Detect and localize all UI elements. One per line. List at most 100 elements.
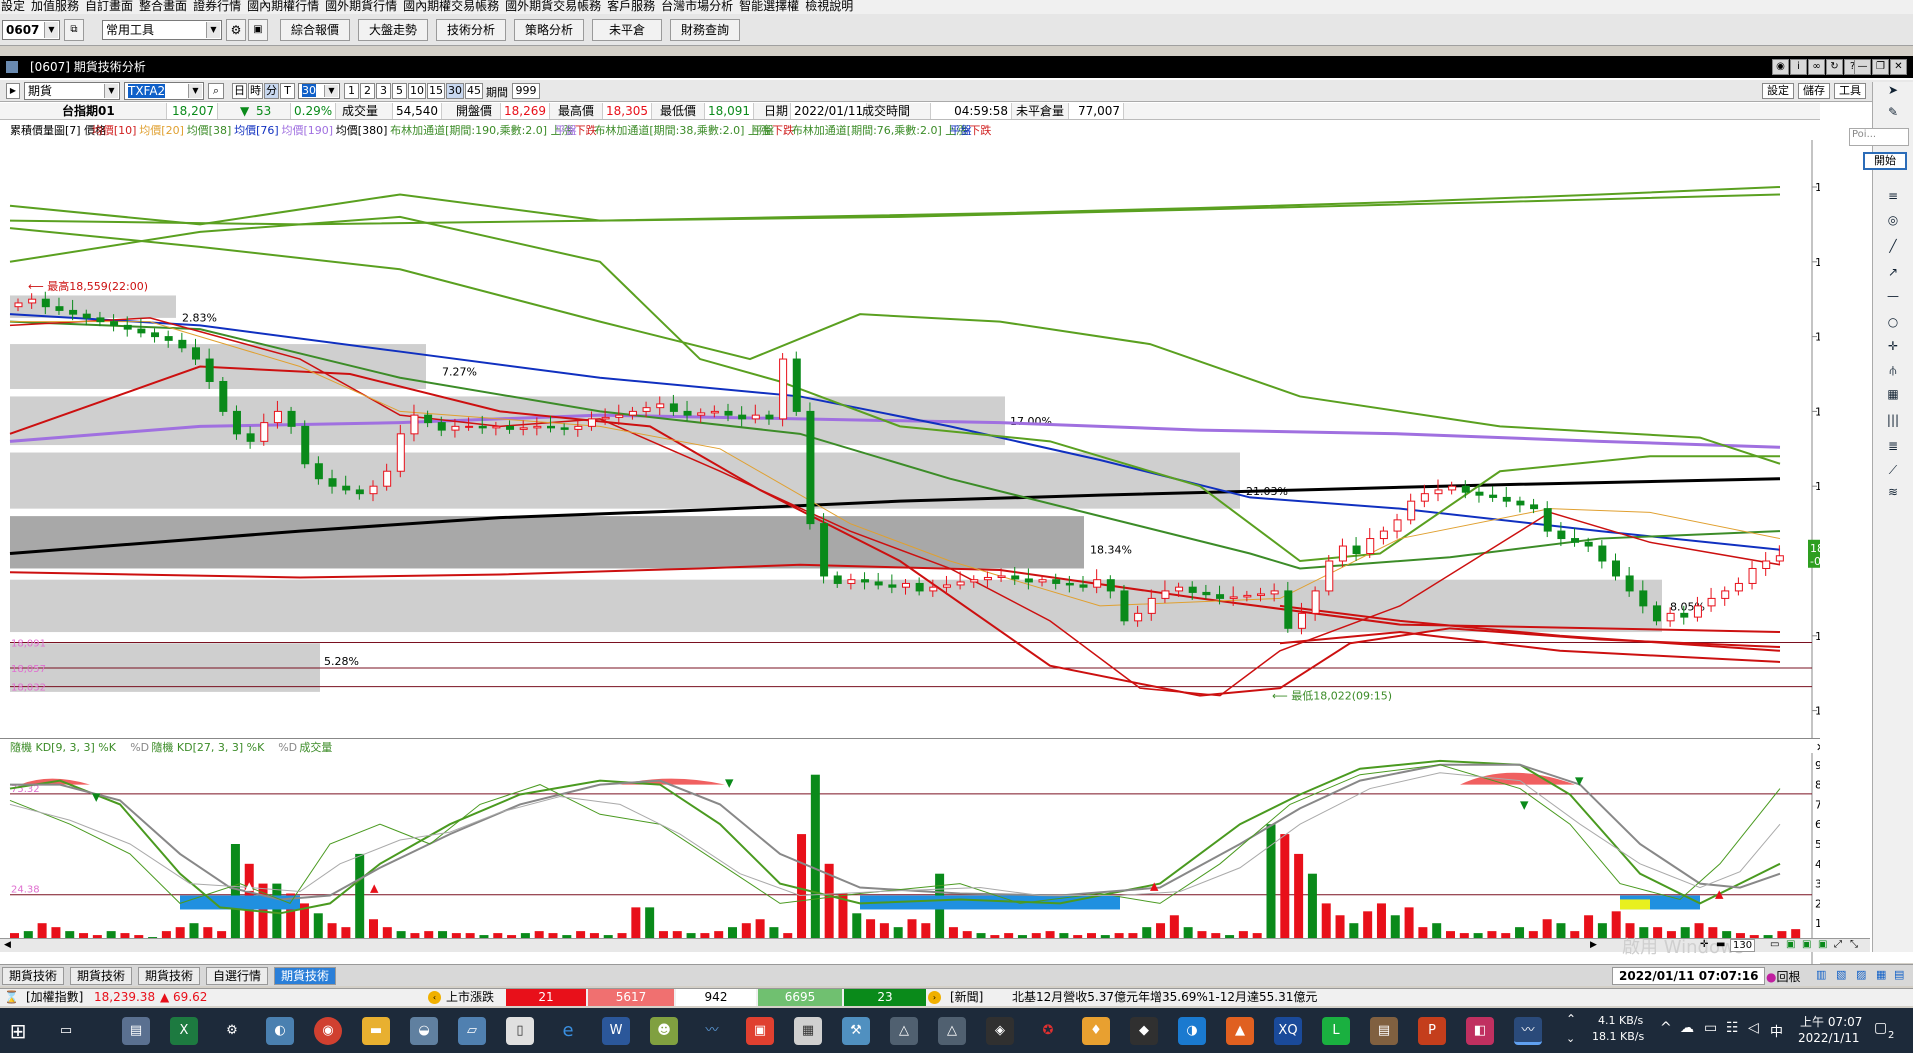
- app-icon[interactable]: ◑: [1178, 1017, 1206, 1045]
- interval-tick[interactable]: T: [280, 83, 295, 99]
- minimize-icon[interactable]: —: [1854, 59, 1871, 75]
- menu-item-12[interactable]: 檢視說明: [805, 0, 853, 13]
- tab-watchlist[interactable]: 自選行情: [206, 967, 269, 985]
- print-icon[interactable]: ▣: [1802, 939, 1811, 950]
- nav-icon[interactable]: ‹: [428, 991, 441, 1004]
- fork-icon[interactable]: ⫛: [1885, 362, 1901, 378]
- ray-icon[interactable]: ↗: [1885, 264, 1901, 280]
- windows-start-icon[interactable]: ⊞: [4, 1017, 32, 1045]
- app-icon[interactable]: ▤: [122, 1017, 150, 1045]
- code-input[interactable]: 0607 ▼: [2, 20, 60, 40]
- menu-item-1[interactable]: 加值服務: [31, 0, 79, 13]
- app-icon[interactable]: ◒: [410, 1017, 438, 1045]
- scroll-right-icon[interactable]: ▶: [1590, 940, 1597, 950]
- app-icon[interactable]: ◈: [986, 1017, 1014, 1045]
- notification-icon[interactable]: ▢: [1874, 1020, 1887, 1036]
- trading-app-icon[interactable]: 〰: [1514, 1017, 1542, 1045]
- count-input[interactable]: 999: [512, 83, 540, 99]
- export-icon[interactable]: ▣: [1786, 939, 1795, 950]
- app-icon[interactable]: ▤: [1370, 1017, 1398, 1045]
- menu-item-3[interactable]: 整合畫面: [139, 0, 187, 13]
- window-icon[interactable]: ▣: [248, 19, 268, 41]
- word-icon[interactable]: W: [602, 1017, 630, 1045]
- task-view-icon[interactable]: ▭: [52, 1017, 80, 1045]
- time-scrollbar[interactable]: ◀ ▶ 啟用 Windows ✛ ▬ 130 ▭ ▣ ▣ ▣ ⤢ ⤡: [0, 937, 1870, 958]
- toolbar-button-tech[interactable]: 技術分析: [436, 19, 506, 41]
- period-2[interactable]: 2: [360, 83, 375, 99]
- chevron-down-icon[interactable]: ▼: [324, 85, 338, 97]
- menu-item-5[interactable]: 國內期權行情: [247, 0, 319, 13]
- powerpoint-icon[interactable]: P: [1418, 1017, 1446, 1045]
- app-icon[interactable]: ⚒: [842, 1017, 870, 1045]
- menu-item-9[interactable]: 客戶服務: [607, 0, 655, 13]
- layout-icon[interactable]: ▣: [1818, 939, 1827, 950]
- play-icon[interactable]: ▶: [6, 83, 20, 99]
- excel-icon[interactable]: X: [170, 1017, 198, 1045]
- symbol-select[interactable]: TXFA2 ▼: [124, 82, 204, 100]
- eye-icon[interactable]: ◎: [1885, 212, 1901, 228]
- chevron-down-icon[interactable]: ▼: [206, 22, 220, 38]
- news-text[interactable]: 北基12月營收5.37億元年增35.69%1-12月達55.31億元: [1012, 989, 1317, 1006]
- interval-hour[interactable]: 時: [248, 83, 263, 99]
- layout-5-icon[interactable]: ▤: [1894, 968, 1904, 981]
- menu-item-6[interactable]: 國外期貨行情: [325, 0, 397, 13]
- cursor-icon[interactable]: ➤: [1885, 82, 1901, 98]
- trend-icon[interactable]: ⟋: [1885, 462, 1901, 478]
- file-icon[interactable]: ▯: [506, 1017, 534, 1045]
- search-icon[interactable]: ⌕: [208, 83, 224, 99]
- pin-icon[interactable]: ◉: [1772, 59, 1789, 75]
- chevron-down-icon[interactable]: ▼: [104, 84, 118, 98]
- start-button[interactable]: 開始: [1863, 152, 1907, 170]
- period-1[interactable]: 1: [344, 83, 359, 99]
- toolbar-button-strategy[interactable]: 策略分析: [514, 19, 584, 41]
- nav-icon[interactable]: ›: [928, 991, 941, 1004]
- app-icon[interactable]: ◧: [1466, 1017, 1494, 1045]
- zoom-in-icon[interactable]: ✛: [1700, 939, 1708, 950]
- chevron-down-icon[interactable]: ⌄: [1566, 1032, 1575, 1045]
- poi-input[interactable]: Poi...: [1849, 128, 1909, 146]
- market-select[interactable]: 期貨 ▼: [24, 82, 120, 100]
- layout-1-icon[interactable]: ▥: [1816, 968, 1826, 981]
- weather-icon[interactable]: ☁: [1680, 1020, 1694, 1036]
- copy-icon[interactable]: ⧉: [64, 19, 84, 41]
- toolset-select[interactable]: 常用工具 ▼: [102, 20, 222, 40]
- paint-icon[interactable]: ✎: [1885, 104, 1901, 120]
- layout-3-icon[interactable]: ▨: [1856, 968, 1866, 981]
- maximize-chart-icon[interactable]: ⤢: [1834, 939, 1842, 950]
- ie-icon[interactable]: e: [554, 1017, 582, 1045]
- toolbar-button-market[interactable]: 大盤走勢: [358, 19, 428, 41]
- tab-futures-tech-2[interactable]: 期貨技術: [70, 967, 133, 985]
- back-button[interactable]: ●回根: [1766, 968, 1801, 985]
- app-icon[interactable]: 〰: [698, 1017, 726, 1045]
- battery-icon[interactable]: ▭: [1704, 1020, 1717, 1036]
- menu-item-0[interactable]: 設定: [1, 0, 25, 13]
- price-chart-area[interactable]: 累積價量圖[7] 價格 均價[10] 均價[20] 均價[38] 均價[76] 均價[19…: [0, 120, 1854, 738]
- menu-item-11[interactable]: 智能選擇權: [739, 0, 799, 13]
- refresh-icon[interactable]: ↻: [1826, 59, 1843, 75]
- toolbar-button-quote[interactable]: 綜合報價: [280, 19, 350, 41]
- chrome-icon[interactable]: ◉: [314, 1017, 342, 1045]
- link-icon[interactable]: ∞: [1808, 59, 1825, 75]
- app-icon[interactable]: ◆: [1130, 1017, 1158, 1045]
- fit-icon[interactable]: ▭: [1770, 939, 1779, 950]
- app-icon[interactable]: ♦: [1082, 1017, 1110, 1045]
- line-app-icon[interactable]: L: [1322, 1017, 1350, 1045]
- menu-item-8[interactable]: 國外期貨交易帳務: [505, 0, 601, 13]
- hline-icon[interactable]: —: [1885, 288, 1901, 304]
- line-icon[interactable]: ╱: [1885, 238, 1901, 254]
- close-icon[interactable]: ✕: [1890, 59, 1907, 75]
- app-icon[interactable]: △: [938, 1017, 966, 1045]
- interval-value-select[interactable]: 30 ▼: [298, 83, 340, 99]
- interval-day[interactable]: 日: [232, 83, 247, 99]
- tools-button[interactable]: 工具: [1834, 83, 1866, 99]
- tray-caret-icon[interactable]: ^: [1660, 1020, 1672, 1036]
- menu-item-7[interactable]: 國內期權交易帳務: [403, 0, 499, 13]
- gear-icon[interactable]: ⚙: [226, 19, 246, 41]
- chevron-up-icon[interactable]: ⌃: [1566, 1012, 1576, 1026]
- toolbar-button-finance[interactable]: 財務查詢: [670, 19, 740, 41]
- app-icon[interactable]: ▣: [746, 1017, 774, 1045]
- toolbar-button-oi[interactable]: 未平倉: [592, 19, 662, 41]
- layout-4-icon[interactable]: ▦: [1876, 968, 1886, 981]
- app-icon[interactable]: ◐: [266, 1017, 294, 1045]
- settings-button[interactable]: 設定: [1762, 83, 1794, 99]
